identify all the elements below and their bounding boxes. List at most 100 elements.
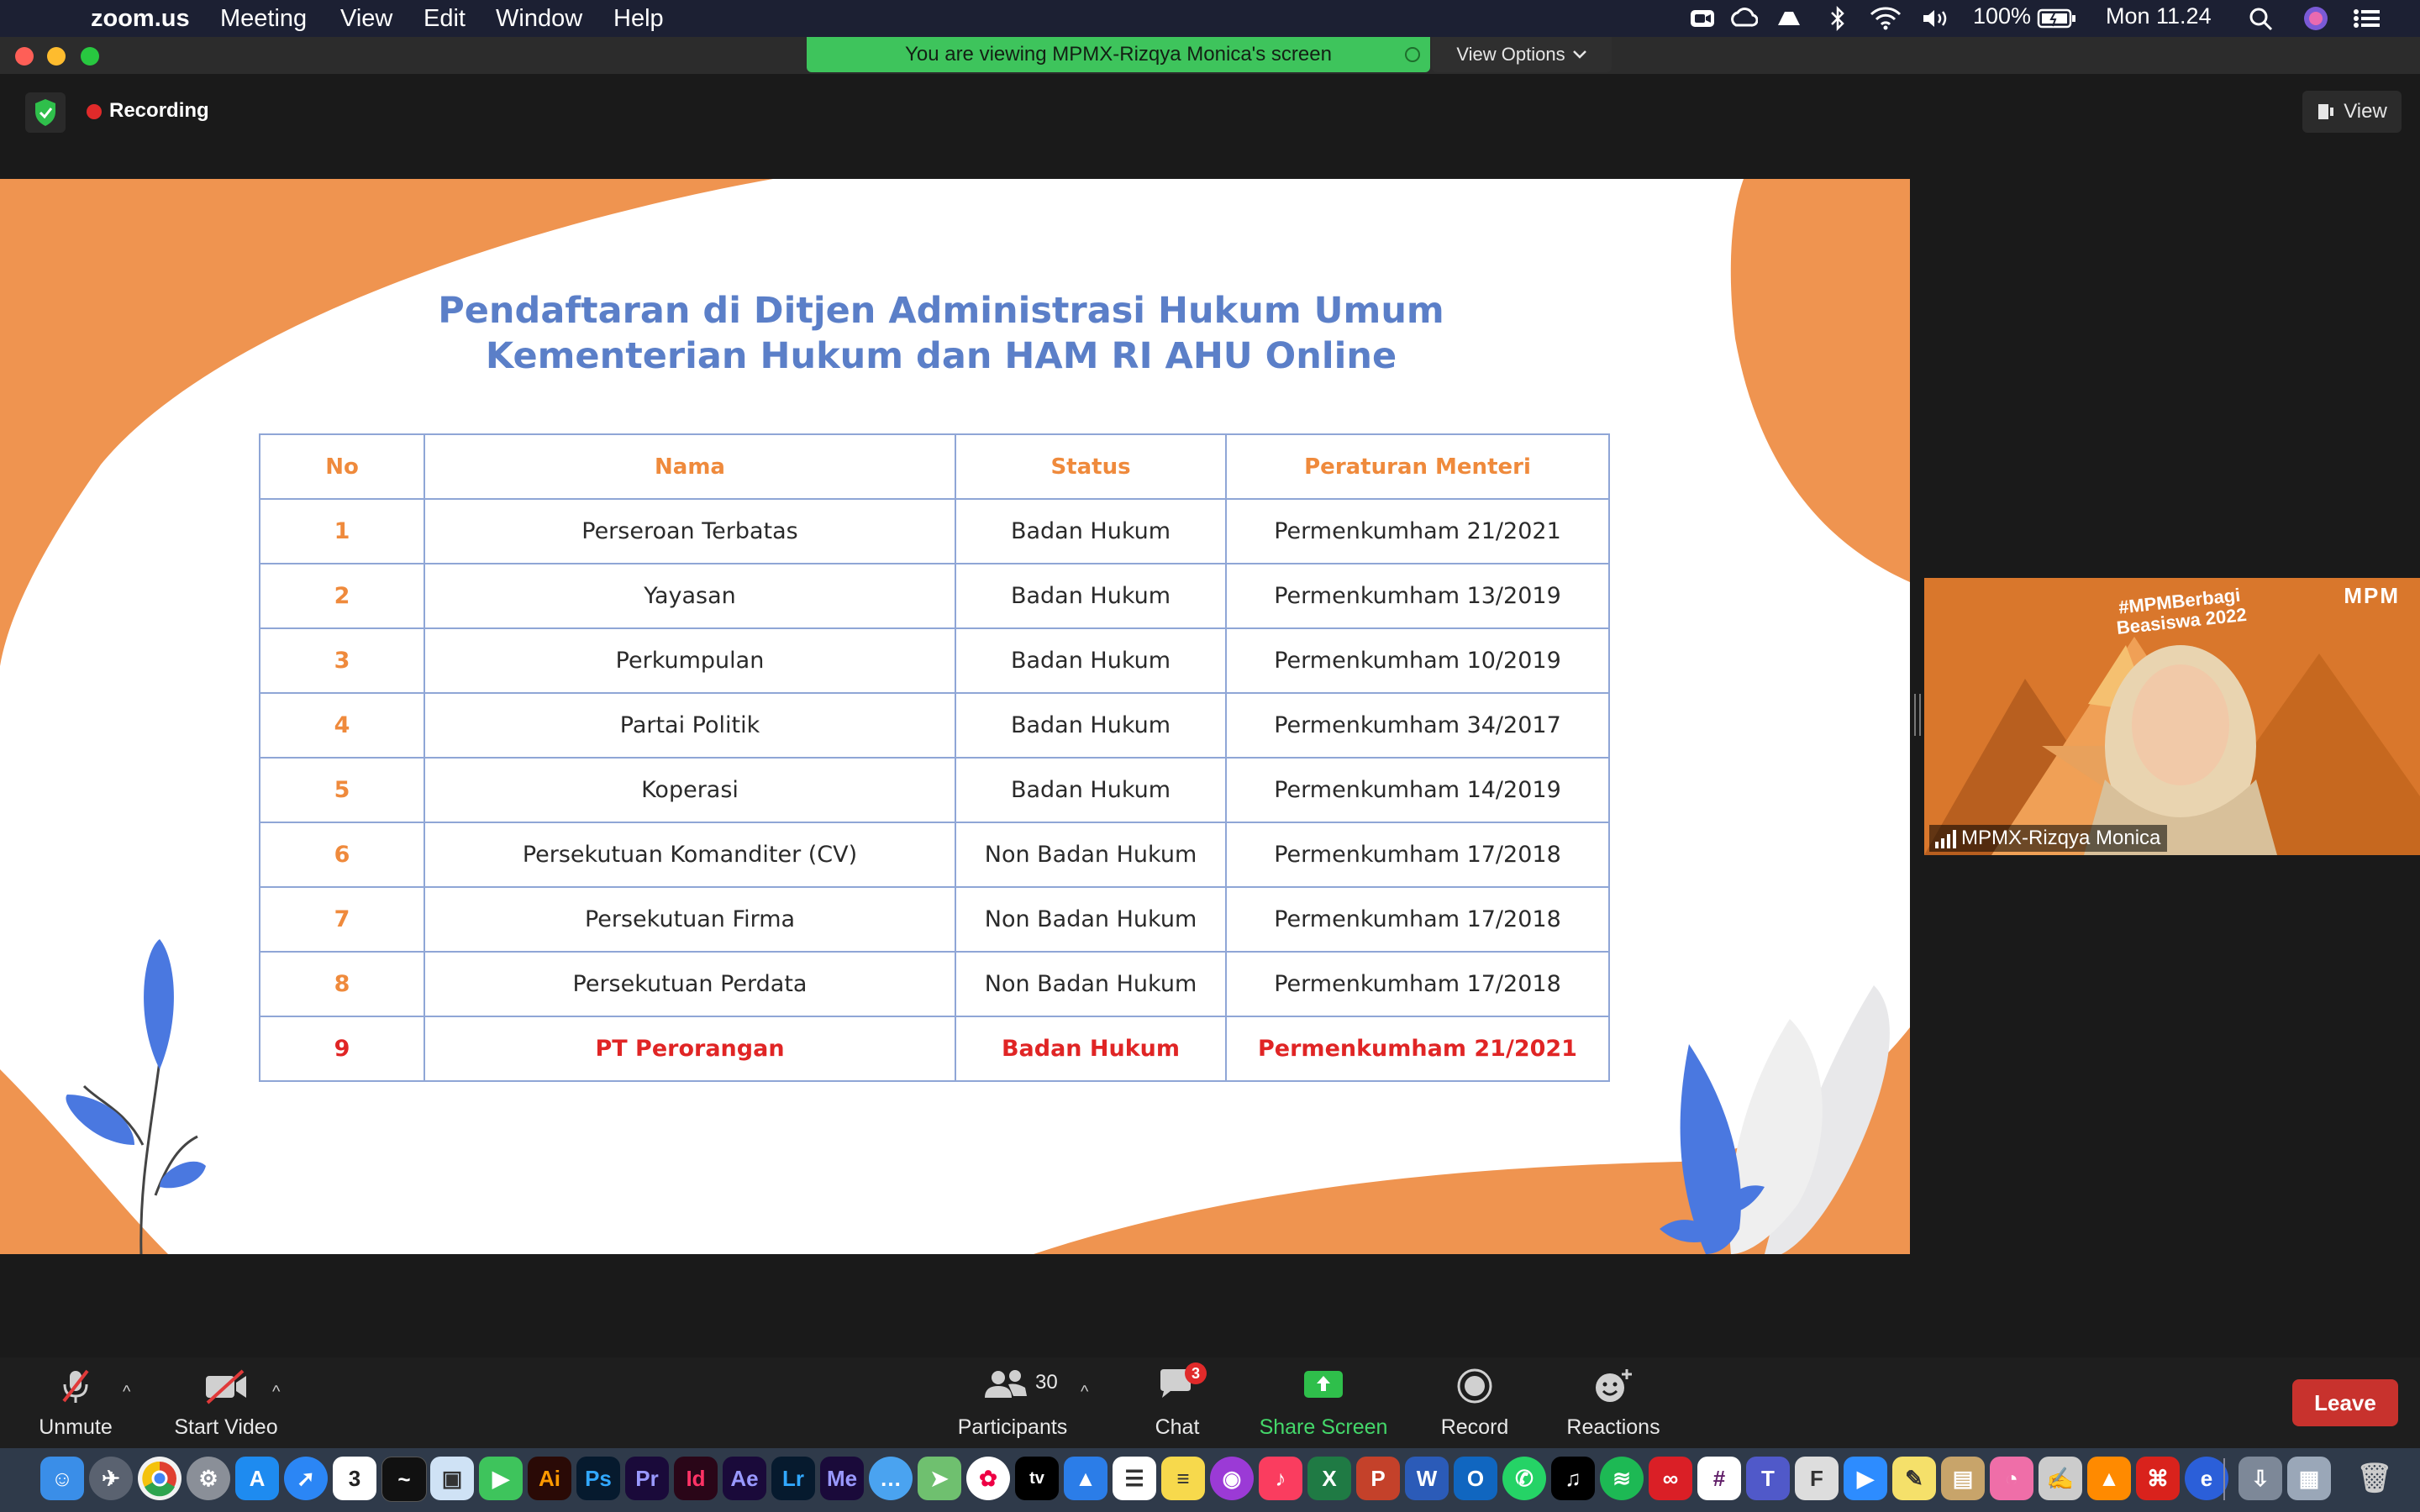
cell-nama: Perseroan Terbatas [424,498,956,564]
teams-icon[interactable]: T [1746,1457,1790,1500]
font-book-icon[interactable]: F [1795,1457,1839,1500]
security-shield-button[interactable] [25,92,66,133]
view-layout-button[interactable]: View [2302,91,2402,133]
close-window-button[interactable] [15,47,34,66]
creative-cloud-app-icon[interactable]: ∞ [1649,1457,1692,1500]
whatsapp-icon[interactable]: ✆ [1502,1457,1546,1500]
wifi-icon[interactable] [1869,5,1902,30]
cell-nama: Persekutuan Komanditer (CV) [424,822,956,888]
unmute-button[interactable]: Unmute [25,1357,126,1448]
menu-edit[interactable]: Edit [424,5,466,33]
battery-icon[interactable] [2037,7,2077,30]
edge-icon[interactable]: e [2185,1457,2228,1500]
vlc-icon[interactable]: ▲ [2087,1457,2131,1500]
participants-options-caret-icon[interactable]: ^ [1081,1383,1088,1402]
music-icon[interactable]: ♪ [1259,1457,1302,1500]
zoom-app-icon[interactable]: ▶ [1844,1457,1887,1500]
video-camera-off-icon [206,1369,246,1404]
media-encoder-icon[interactable]: Me [820,1457,864,1500]
bluetooth-icon[interactable] [1828,5,1847,32]
menu-help[interactable]: Help [613,5,664,33]
chrome-icon[interactable] [138,1457,182,1500]
reactions-button[interactable]: Reactions [1561,1357,1665,1448]
lightroom-icon[interactable]: Lr [771,1457,815,1500]
text-edit-icon[interactable]: ✍ [2039,1457,2082,1500]
app-store-icon[interactable]: A [235,1457,279,1500]
tiktok-icon[interactable]: ♫ [1551,1457,1595,1500]
stickies-icon[interactable]: ✎ [1892,1457,1936,1500]
premiere-icon[interactable]: Pr [625,1457,669,1500]
launchpad-icon[interactable]: ✈ [89,1457,133,1500]
cell-status: Badan Hukum [955,692,1227,759]
column-header-nama: Nama [424,433,956,500]
cell-nama: PT Perorangan [424,1016,956,1082]
creative-cloud-icon[interactable] [1729,7,1758,30]
keynote-icon[interactable]: ▲ [1064,1457,1107,1500]
messages-icon[interactable]: … [869,1457,913,1500]
menu-app-name[interactable]: zoom.us [91,5,190,33]
siri-icon[interactable] [2302,5,2329,32]
audio-options-caret-icon[interactable]: ^ [123,1383,130,1402]
spotify-icon[interactable]: ≋ [1600,1457,1644,1500]
photoshop-icon[interactable]: Ps [576,1457,620,1500]
start-video-label: Start Video [174,1415,278,1439]
finder-icon[interactable]: ☺ [40,1457,84,1500]
apple-tv-icon[interactable]: tv [1015,1457,1059,1500]
after-effects-icon[interactable]: Ae [723,1457,766,1500]
excel-icon[interactable]: X [1307,1457,1351,1500]
archive-utility-icon[interactable]: ▤ [1941,1457,1985,1500]
shield-icon [35,99,55,126]
trash-icon[interactable]: 🗑 [2353,1457,2396,1500]
outlook-icon[interactable]: O [1454,1457,1497,1500]
maps-icon[interactable]: ➤ [918,1457,961,1500]
reminders-icon[interactable]: ☰ [1113,1457,1156,1500]
clock[interactable]: Mon 11.24 [2106,3,2212,29]
cell-no: 2 [259,563,425,629]
documents-stack-icon[interactable]: ▦ [2287,1457,2331,1500]
participants-button[interactable]: 30 Participants [950,1357,1076,1448]
chat-button[interactable]: 3 Chat [1139,1357,1215,1448]
illustrator-icon[interactable]: Ai [528,1457,571,1500]
record-button[interactable]: Record [1428,1357,1521,1448]
cell-nama: Perkumpulan [424,627,956,694]
leave-meeting-button[interactable]: Leave [2292,1379,2398,1426]
menu-view[interactable]: View [340,5,392,33]
maximize-window-button[interactable] [81,47,99,66]
facetime-icon[interactable]: ▶ [479,1457,523,1500]
system-preferences-icon[interactable]: ⚙ [187,1457,230,1500]
powerpoint-icon[interactable]: P [1356,1457,1400,1500]
share-status-icon [1405,47,1420,62]
zoom-status-icon[interactable] [1689,7,1716,30]
video-options-caret-icon[interactable]: ^ [272,1383,280,1402]
minimize-window-button[interactable] [47,47,66,66]
activity-monitor-icon[interactable]: ~ [381,1457,427,1502]
panel-resize-handle[interactable] [1914,694,1921,736]
slack-icon[interactable]: # [1697,1457,1741,1500]
word-icon[interactable]: W [1405,1457,1449,1500]
participant-video-tile[interactable]: #MPMBerbagi Beasiswa 2022 MPM MPMX-Rizqy… [1924,578,2420,855]
podcasts-icon[interactable]: ◉ [1210,1457,1254,1500]
spotlight-search-icon[interactable] [2249,7,2274,32]
column-header-peraturan: Peraturan Menteri [1225,433,1610,500]
control-center-icon[interactable] [2351,7,2381,30]
share-screen-icon [1304,1371,1343,1398]
start-video-button[interactable]: Start Video [166,1357,286,1448]
acrobat-icon[interactable]: ⌘ [2136,1457,2180,1500]
safari-icon[interactable]: ➚ [284,1457,328,1500]
notes-icon[interactable]: ≡ [1161,1457,1205,1500]
preview-icon[interactable]: ▣ [430,1457,474,1500]
share-screen-button[interactable]: Share Screen [1252,1357,1395,1448]
calendar-icon[interactable]: 3 [333,1457,376,1500]
drive-icon[interactable] [1775,7,1803,30]
screen-share-banner-text: You are viewing MPMX-Rizqya Monica's scr… [905,43,1332,66]
menu-meeting[interactable]: Meeting [220,5,307,33]
cell-peraturan: Permenkumham 10/2019 [1225,627,1610,694]
table-row: 4 Partai Politik Badan Hukum Permenkumha… [259,692,1610,759]
photos-icon[interactable]: ✿ [966,1457,1010,1500]
volume-icon[interactable] [1921,7,1951,30]
view-options-button[interactable]: View Options [1432,37,1612,72]
downloads-stack-icon[interactable]: ⇩ [2238,1457,2282,1500]
indesign-icon[interactable]: Id [674,1457,718,1500]
menu-window[interactable]: Window [496,5,582,33]
photo-app-icon[interactable]: ◔ [1990,1457,2033,1500]
